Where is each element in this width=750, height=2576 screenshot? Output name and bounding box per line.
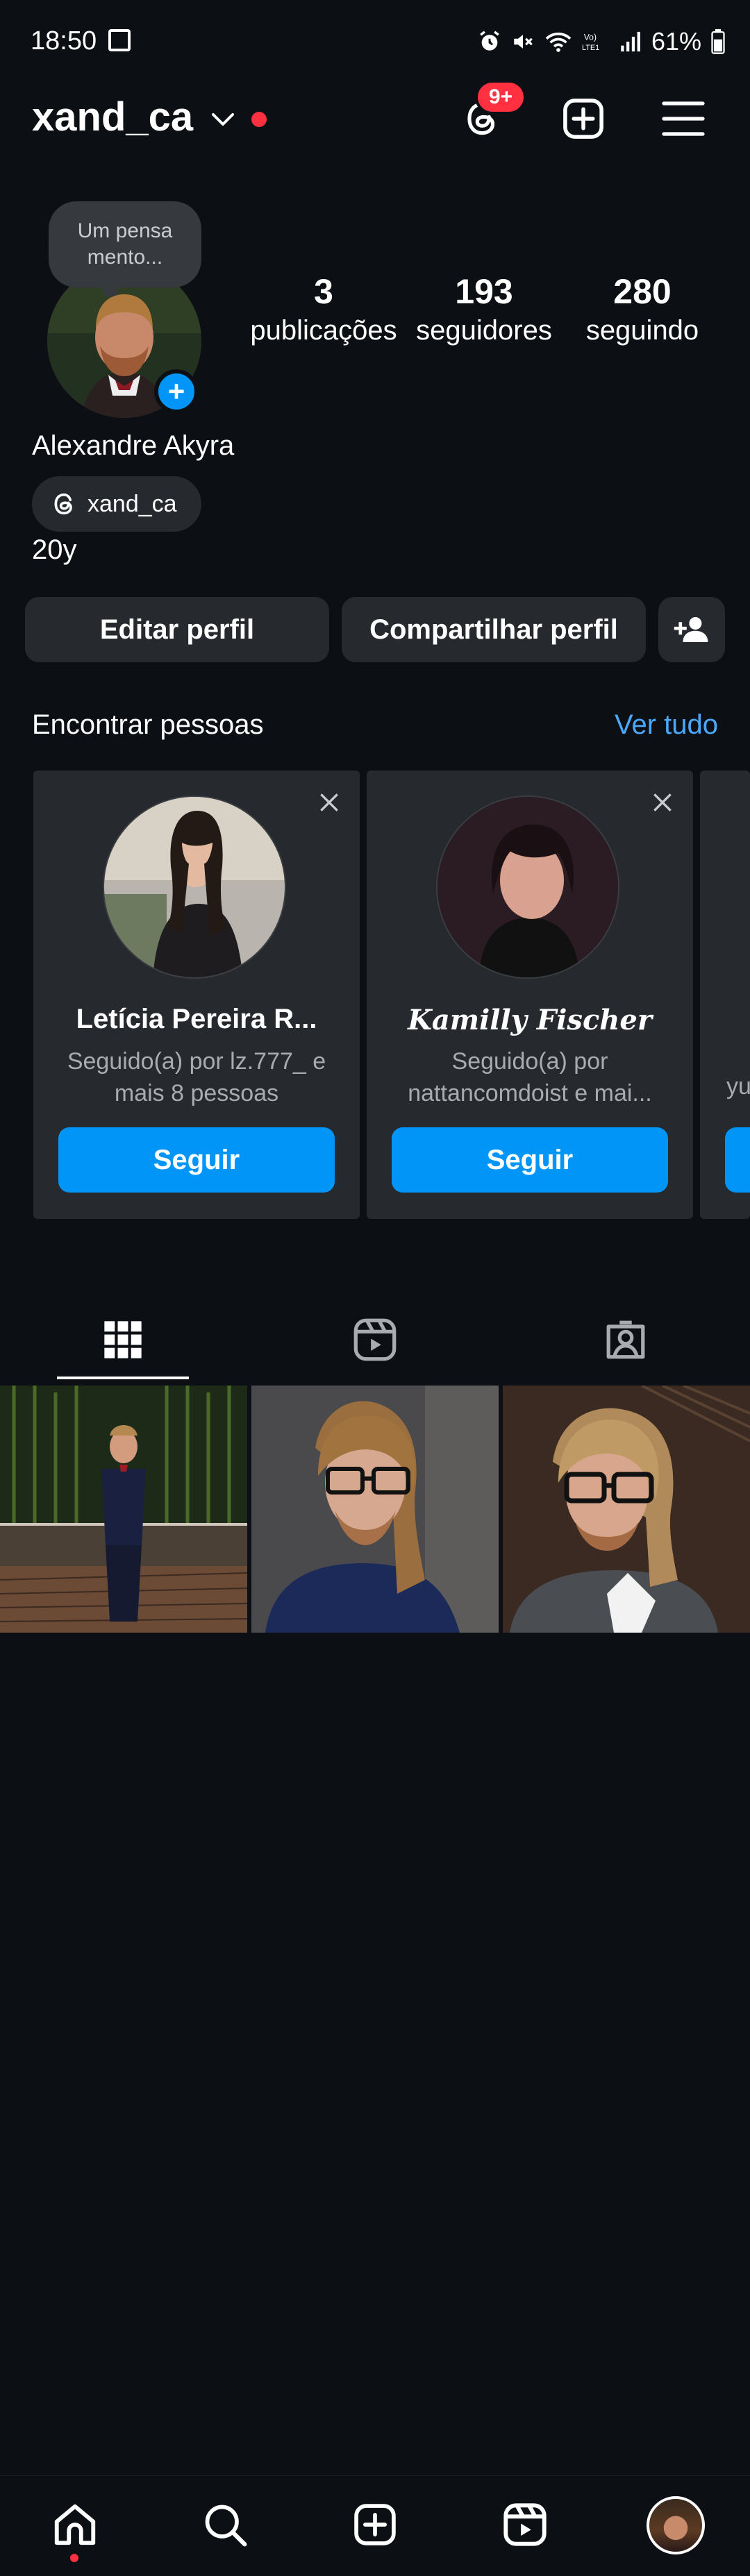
volte-icon: Vo) LTE1 — [582, 32, 599, 52]
search-icon — [205, 2505, 247, 2547]
stat-following-value: 280 — [613, 272, 672, 311]
create-icon — [354, 2504, 396, 2545]
notification-badge: 9+ — [475, 80, 526, 115]
battery-icon — [711, 29, 725, 54]
suggestion-avatar[interactable] — [436, 795, 619, 979]
nav-search[interactable] — [197, 2497, 253, 2552]
threads-badge[interactable]: xand_ca — [32, 476, 201, 532]
stat-followers-label: seguidores — [416, 315, 552, 346]
threads-handle: xand_ca — [88, 490, 177, 517]
tab-active-indicator — [57, 1377, 189, 1379]
see-all-link[interactable]: Ver tudo — [615, 709, 718, 741]
suggestion-avatar[interactable] — [103, 795, 286, 979]
tab-tagged[interactable] — [532, 1298, 719, 1381]
home-icon — [54, 2504, 96, 2545]
stat-posts-value: 3 — [314, 272, 333, 311]
profile-full-name: Alexandre Akyra — [32, 430, 235, 461]
add-story-icon[interactable]: + — [154, 369, 199, 414]
reels-icon — [503, 2503, 547, 2546]
profile-avatar — [647, 2496, 705, 2554]
status-bar: 18:50 Vo) LTE1 61% — [0, 0, 750, 83]
suggestion-photo — [104, 797, 285, 977]
nav-reels[interactable] — [497, 2497, 553, 2552]
menu-icon — [662, 101, 705, 136]
follow-button[interactable] — [725, 1127, 750, 1193]
nav-create[interactable] — [347, 2497, 403, 2552]
profile-username[interactable]: xand_ca — [32, 94, 193, 140]
suggestion-name[interactable]: 𝑲𝒂𝒎𝒊𝒍𝒍𝒚 𝑭𝒊𝒔𝒄𝒉𝒆𝒓 — [381, 1004, 679, 1036]
close-icon[interactable] — [315, 789, 343, 816]
post-photo — [251, 1386, 499, 1633]
chevron-down-icon[interactable] — [210, 111, 235, 128]
post-thumbnail[interactable] — [0, 1386, 247, 1633]
tagged-icon — [606, 1320, 645, 1359]
nav-home[interactable] — [47, 2497, 103, 2552]
svg-text:LTE1: LTE1 — [582, 44, 599, 52]
battery-percent: 61% — [651, 27, 701, 56]
follow-button[interactable]: Seguir — [58, 1127, 335, 1193]
discover-people-button[interactable] — [658, 597, 725, 662]
edit-profile-button[interactable]: Editar perfil — [25, 597, 329, 662]
post-thumbnail[interactable] — [251, 1386, 499, 1633]
suggestion-name[interactable]: Letícia Pereira R... — [47, 1004, 346, 1035]
follow-button[interactable]: Seguir — [392, 1127, 668, 1193]
suggestion-subtitle: Seguido(a) por lz.777_ e mais 8 pessoas — [67, 1048, 326, 1106]
suggestion-subtitle: yu — [726, 1073, 750, 1100]
threads-icon — [54, 493, 72, 515]
create-button[interactable] — [557, 92, 610, 145]
nav-profile[interactable] — [644, 2494, 707, 2557]
tab-reels[interactable] — [281, 1298, 469, 1381]
home-notification-dot — [70, 2554, 78, 2562]
post-photo — [503, 1386, 750, 1633]
mute-icon — [514, 35, 533, 49]
svg-text:Vo): Vo) — [584, 32, 597, 42]
suggestion-card[interactable]: yu — [700, 771, 750, 1219]
status-icons: Vo) LTE1 61% — [478, 25, 725, 58]
alarm-icon — [480, 31, 499, 51]
stat-following[interactable]: 280 seguindo — [566, 271, 719, 348]
close-icon[interactable] — [649, 789, 676, 816]
bottom-nav — [0, 2475, 750, 2576]
grid-icon — [104, 1321, 142, 1358]
profile-bio: 20y — [32, 534, 77, 565]
reels-icon — [353, 1318, 397, 1361]
create-icon — [563, 99, 603, 139]
post-photo — [0, 1386, 247, 1633]
tab-grid[interactable] — [29, 1298, 217, 1381]
image-icon — [108, 29, 131, 51]
note-tail — [103, 282, 118, 297]
status-time: 18:50 — [31, 26, 97, 56]
post-thumbnail[interactable] — [503, 1386, 750, 1633]
suggestion-photo — [438, 797, 618, 977]
share-profile-button[interactable]: Compartilhar perfil — [342, 597, 646, 662]
stat-followers[interactable]: 193 seguidores — [408, 271, 560, 348]
status-dot — [251, 112, 267, 127]
stat-posts-label: publicações — [250, 315, 397, 346]
suggestion-card[interactable]: 𝑲𝒂𝒎𝒊𝒍𝒍𝒚 𝑭𝒊𝒔𝒄𝒉𝒆𝒓 Seguido(a) por nattancom… — [367, 771, 693, 1219]
stat-followers-value: 193 — [455, 272, 513, 311]
find-people-title: Encontrar pessoas — [32, 709, 264, 740]
profile-note[interactable]: Um pensa mento... — [49, 201, 201, 287]
stat-posts[interactable]: 3 publicações — [247, 271, 400, 348]
add-user-icon — [674, 617, 708, 642]
suggestion-subtitle: Seguido(a) por nattancomdoist e mai... — [408, 1048, 652, 1106]
menu-button[interactable] — [657, 92, 710, 145]
signal-icon — [621, 31, 640, 52]
wifi-icon — [545, 32, 572, 52]
stat-following-label: seguindo — [585, 315, 699, 346]
suggestion-card[interactable]: Letícia Pereira R... Seguido(a) por lz.7… — [33, 771, 360, 1219]
